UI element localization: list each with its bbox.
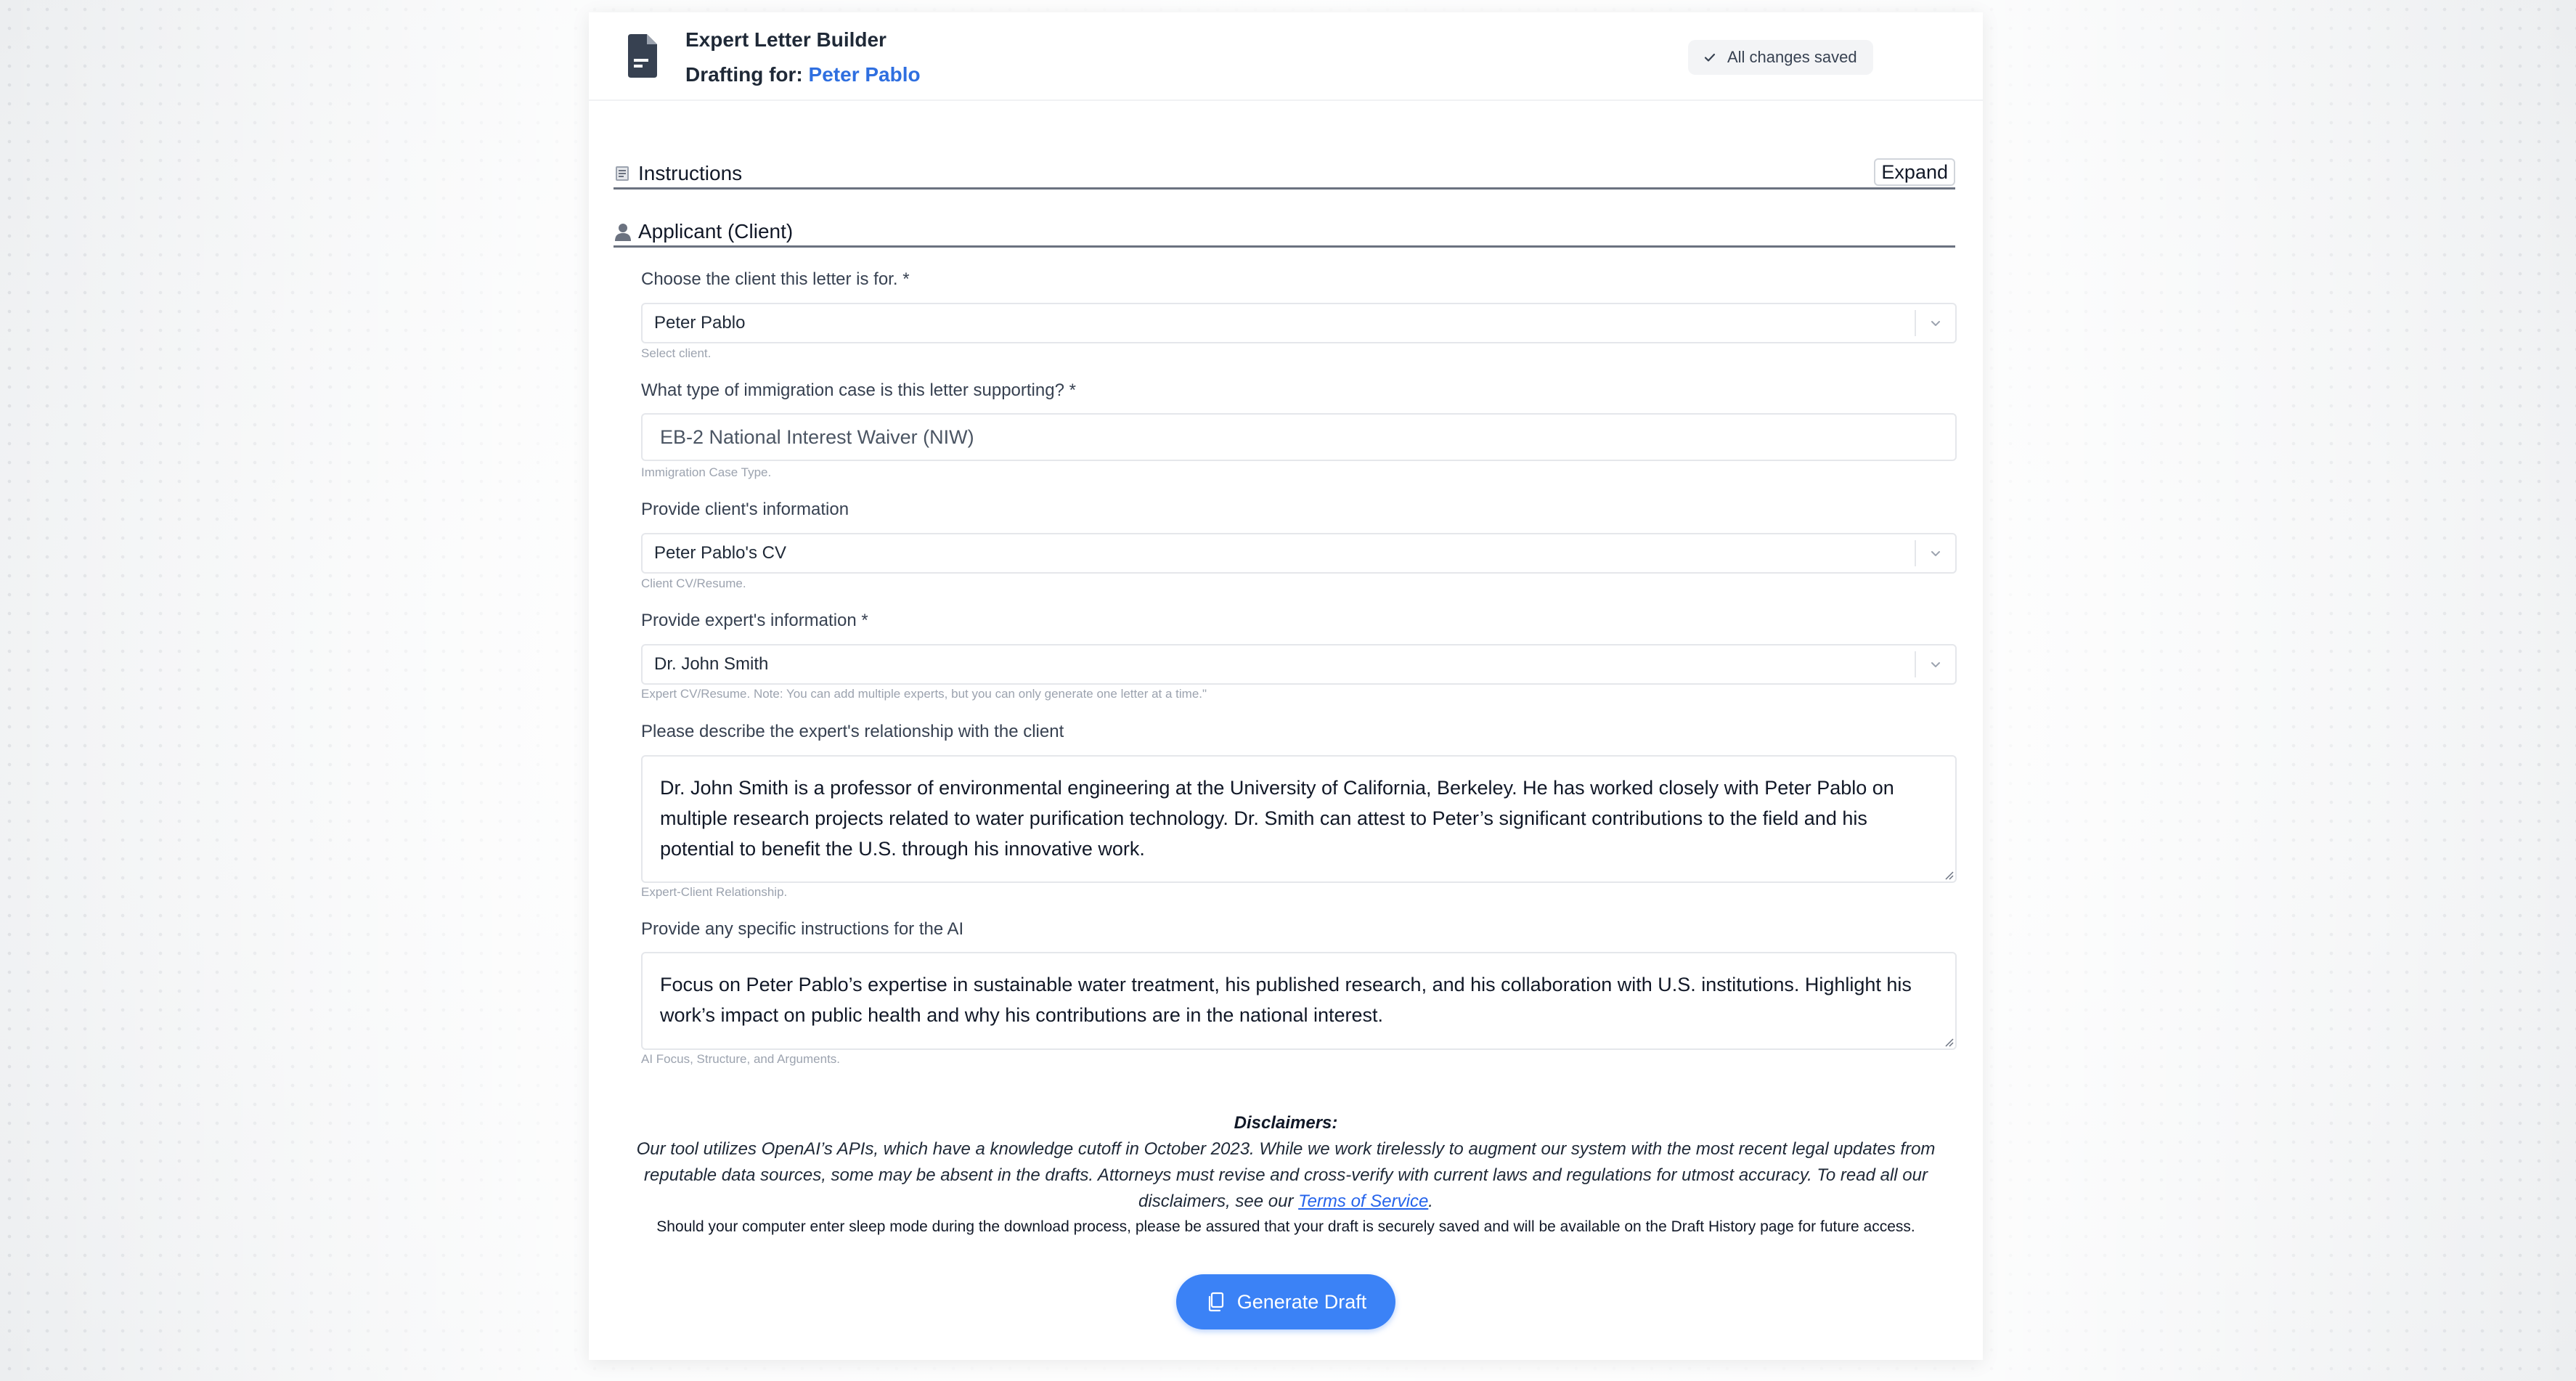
check-icon [1704,53,1716,62]
disclaimers-text: Our tool utilizes OpenAI’s APIs, which h… [636,1139,1936,1211]
header: Expert Letter Builder Drafting for: Pete… [589,12,1983,101]
ai-instructions-textarea[interactable]: Focus on Peter Pablo’s expertise in sust… [641,952,1957,1050]
applicant-label: Applicant (Client) [638,219,794,243]
required-mark: * [902,269,910,289]
expert-info-label: Provide expert's information * [641,611,868,631]
client-info-select[interactable]: Peter Pablo's CV [641,533,1957,574]
ai-instructions-help: AI Focus, Structure, and Arguments. [641,1052,841,1066]
client-select-value: Peter Pablo [654,313,746,333]
case-type-input[interactable]: EB-2 National Interest Waiver (NIW) [641,413,1957,461]
expert-info-help: Expert CV/Resume. Note: You can add mult… [641,687,1207,701]
disclaimers-end: . [1428,1191,1433,1211]
resize-handle-icon[interactable] [1944,870,1954,880]
client-select-label: Choose the client this letter is for. * [641,269,910,290]
disclaimers-title: Disclaimers: [1234,1113,1338,1133]
drafting-client-name: Peter Pablo [808,63,921,86]
chevron-down-icon[interactable] [1916,534,1955,573]
client-select[interactable]: Peter Pablo [641,303,1957,343]
case-type-label-text: What type of immigration case is this le… [641,380,1064,400]
relationship-text: Dr. John Smith is a professor of environ… [660,777,1894,860]
copy-icon [1208,1292,1223,1312]
expert-info-value: Dr. John Smith [654,654,769,674]
client-info-value: Peter Pablo's CV [654,543,787,563]
applicant-section-header: Applicant (Client) [614,217,1955,248]
document-icon [628,34,657,78]
client-select-label-text: Choose the client this letter is for. [641,269,898,289]
terms-of-service-link[interactable]: Terms of Service [1298,1191,1428,1211]
client-select-help: Select client. [641,346,712,360]
ai-instructions-text: Focus on Peter Pablo’s expertise in sust… [660,974,1912,1026]
sleep-mode-note: Should your computer enter sleep mode du… [656,1218,1915,1235]
drafting-for-label: Drafting for: [685,63,803,86]
client-info-help: Client CV/Resume. [641,577,746,590]
case-type-help: Immigration Case Type. [641,465,772,479]
relationship-label: Please describe the expert's relationshi… [641,722,1064,741]
instructions-section-header[interactable]: Instructions Expand [614,158,1955,190]
client-info-label: Provide client's information [641,500,849,519]
drafting-for: Drafting for: Peter Pablo [685,63,921,86]
chevron-down-icon[interactable] [1916,645,1955,684]
letter-builder-card: Expert Letter Builder Drafting for: Pete… [589,12,1983,1360]
ai-instructions-label: Provide any specific instructions for th… [641,919,964,939]
disclaimers-body: Our tool utilizes OpenAI’s APIs, which h… [629,1136,1943,1215]
relationship-help: Expert-Client Relationship. [641,885,788,899]
relationship-textarea[interactable]: Dr. John Smith is a professor of environ… [641,755,1957,883]
resize-handle-icon[interactable] [1944,1037,1954,1047]
save-status-text: All changes saved [1727,48,1857,66]
page-title: Expert Letter Builder [685,28,886,51]
chevron-down-icon[interactable] [1916,304,1955,343]
generate-draft-label: Generate Draft [1236,1290,1367,1313]
required-mark: * [861,611,868,630]
case-type-label: What type of immigration case is this le… [641,380,1076,401]
required-mark: * [1069,380,1076,400]
expand-instructions-button[interactable]: Expand [1874,158,1955,186]
instructions-label: Instructions [638,161,743,184]
save-status-badge: All changes saved [1688,40,1873,75]
expert-info-select[interactable]: Dr. John Smith [641,644,1957,685]
expert-info-label-text: Provide expert's information [641,611,857,630]
person-icon [615,223,631,241]
generate-draft-button[interactable]: Generate Draft [1176,1274,1395,1329]
scroll-icon [616,166,629,181]
